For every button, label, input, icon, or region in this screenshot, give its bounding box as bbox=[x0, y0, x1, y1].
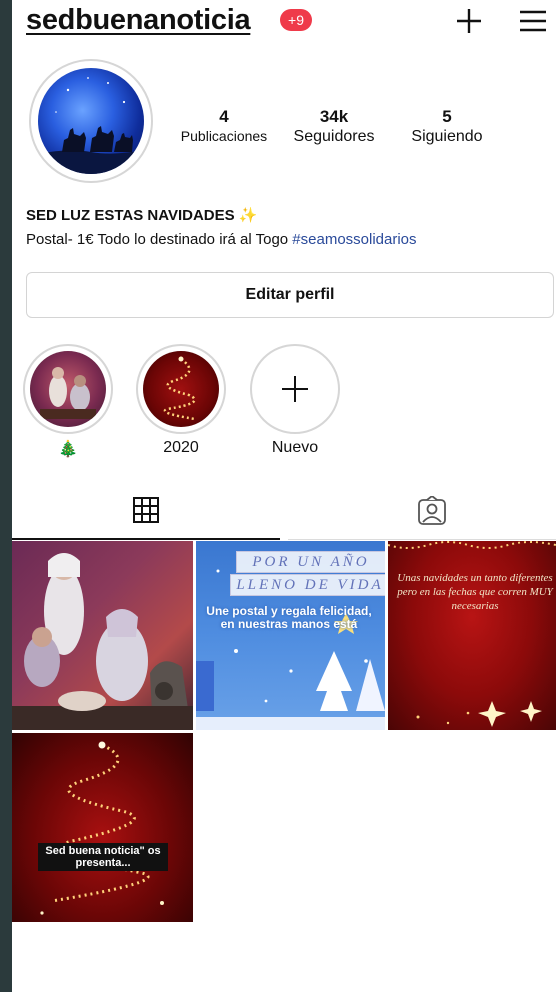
posts-label: Publicaciones bbox=[180, 128, 268, 144]
posts-count: 4 bbox=[219, 107, 229, 126]
lights-background bbox=[388, 541, 556, 727]
bio-hashtag-link[interactable]: #seamossolidarios bbox=[292, 231, 416, 248]
post-tile-navidades[interactable]: Unas navidades un tanto diferentes pero … bbox=[388, 541, 556, 730]
highlight-label: 🎄 bbox=[23, 439, 113, 461]
followers-count: 34k bbox=[319, 107, 349, 126]
profile-screen: sedbuenanoticia +9 4 Publicaciones 34k S… bbox=[12, 0, 556, 992]
sparkle-icon: ✨ bbox=[238, 207, 258, 224]
highlight-label: 2020 bbox=[163, 439, 199, 456]
new-highlight-circle bbox=[250, 344, 340, 434]
highlight-label: Nuevo bbox=[271, 439, 319, 456]
navidades-caption: Unas navidades un tanto diferentes pero … bbox=[397, 572, 553, 612]
post-tile-presenta[interactable]: Sed buena noticia" os presenta... bbox=[12, 733, 193, 922]
nativity-thumbnail bbox=[30, 351, 106, 427]
highlight-nativity[interactable]: 🎄 bbox=[23, 344, 113, 461]
christmas-tree-lights bbox=[40, 741, 164, 915]
following-count: 5 bbox=[442, 107, 452, 126]
tab-tagged[interactable] bbox=[288, 488, 556, 540]
top-bar: sedbuenanoticia +9 bbox=[12, 0, 556, 40]
christmas-tree-lights-thumbnail bbox=[143, 351, 219, 427]
highlight-cover bbox=[136, 344, 226, 434]
avatar-image-three-kings bbox=[38, 68, 144, 174]
banner-por-un-ano: POR UN AÑO bbox=[236, 551, 385, 573]
presenta-caption: Sed buena noticia" os presenta... bbox=[38, 843, 168, 871]
hamburger-menu-icon[interactable] bbox=[516, 6, 550, 36]
grid-icon bbox=[133, 497, 159, 523]
highlight-2020[interactable]: 2020 bbox=[136, 344, 226, 461]
profile-avatar[interactable] bbox=[29, 59, 153, 183]
bio-text: Postal- 1€ Todo lo destinado irá al Togo bbox=[26, 231, 293, 248]
christmas-tree-icon: 🎄 bbox=[58, 441, 78, 458]
followers-label: Seguidores bbox=[293, 128, 375, 145]
stat-posts[interactable]: 4 Publicaciones bbox=[172, 107, 276, 144]
edit-profile-button[interactable]: Editar perfil bbox=[26, 272, 554, 318]
bio-display-name: SED LUZ ESTAS NAVIDADES ✨ bbox=[26, 206, 258, 224]
following-label: Siguiendo bbox=[411, 128, 483, 145]
tab-grid[interactable] bbox=[12, 488, 280, 540]
stat-followers[interactable]: 34k Seguidores bbox=[284, 107, 384, 146]
post-tile-nativity[interactable] bbox=[12, 541, 193, 730]
notification-badge[interactable]: +9 bbox=[280, 9, 312, 31]
bio-name-text: SED LUZ ESTAS NAVIDADES bbox=[26, 207, 235, 224]
stat-following[interactable]: 5 Siguiendo bbox=[397, 107, 497, 146]
post-tile-postal[interactable]: POR UN AÑO LLENO DE VIDA Une postal y re… bbox=[196, 541, 385, 730]
nativity-photo bbox=[12, 553, 193, 730]
tagged-person-icon bbox=[418, 496, 446, 525]
profile-username[interactable]: sedbuenanoticia bbox=[26, 4, 251, 37]
new-post-plus-icon[interactable] bbox=[452, 6, 486, 36]
banner-lleno-de-vida: LLENO DE VIDA bbox=[230, 574, 385, 596]
highlight-cover bbox=[23, 344, 113, 434]
highlight-new[interactable]: Nuevo bbox=[250, 344, 340, 461]
bio-description: Postal- 1€ Todo lo destinado irá al Togo… bbox=[26, 231, 417, 248]
plus-icon bbox=[282, 376, 308, 402]
postal-caption: Une postal y regala felicidad, en nuestr… bbox=[206, 604, 372, 631]
